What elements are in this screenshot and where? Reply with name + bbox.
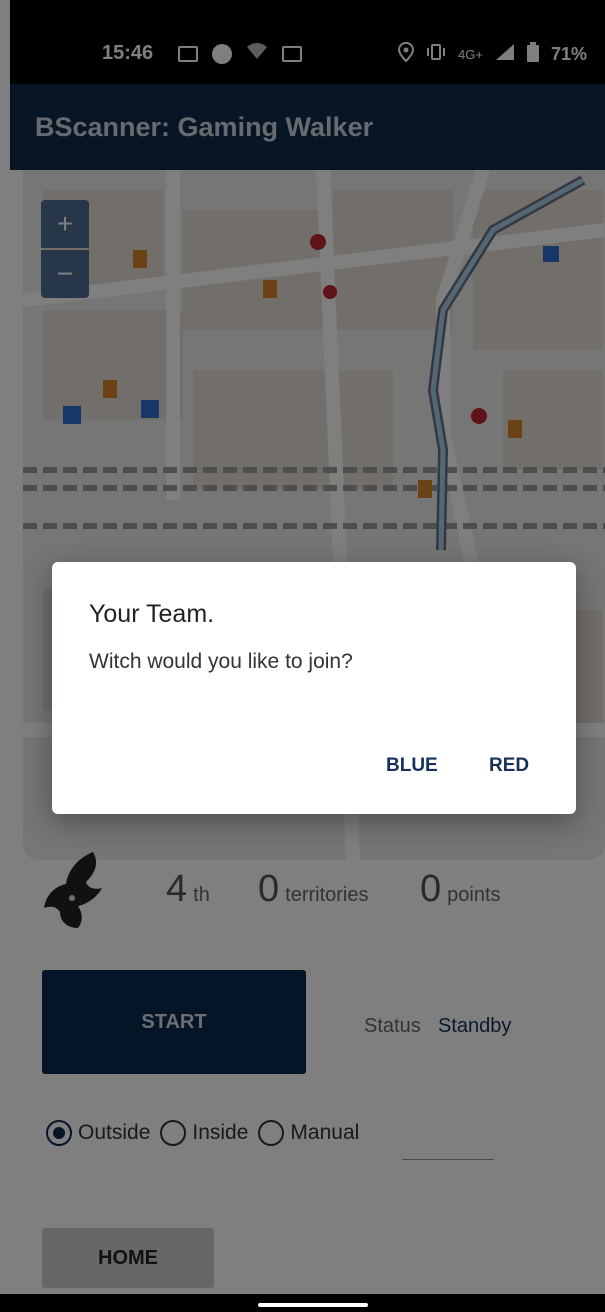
team-dialog: Your Team. Witch would you like to join?… [52, 562, 576, 814]
home-gesture-handle[interactable] [258, 1303, 368, 1307]
red-team-button[interactable]: RED [489, 755, 529, 777]
blue-team-button[interactable]: BLUE [386, 755, 438, 777]
dialog-message: Witch would you like to join? [89, 650, 353, 673]
dialog-title: Your Team. [89, 600, 215, 628]
